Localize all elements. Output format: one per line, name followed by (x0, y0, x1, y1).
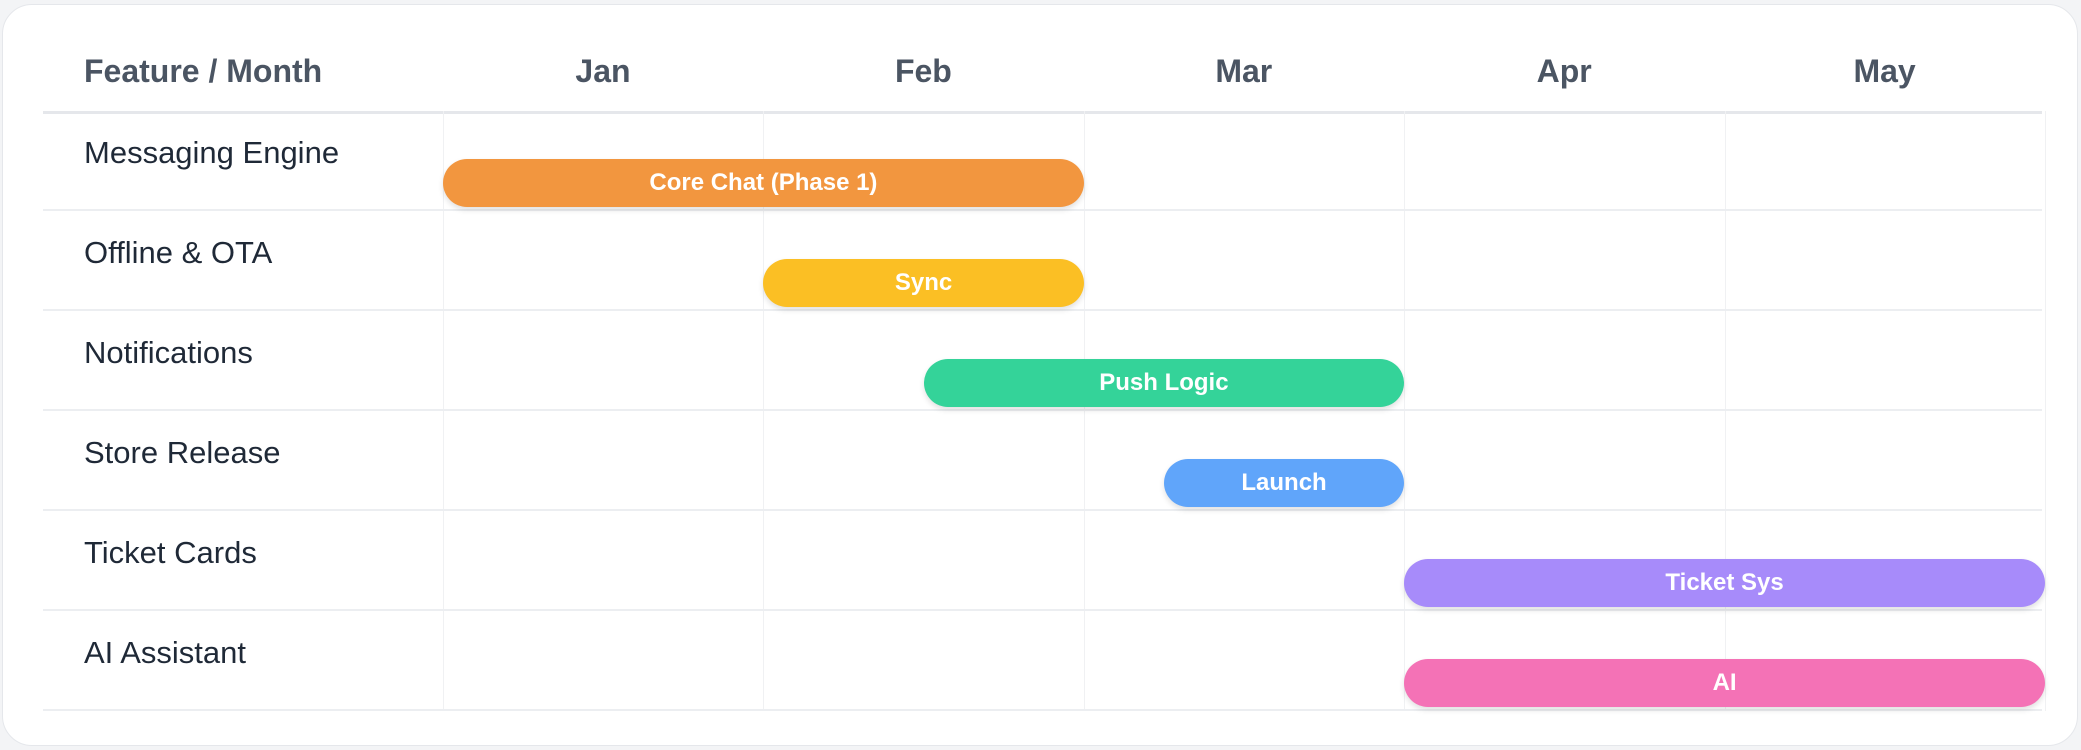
month-header-feb: Feb (894, 53, 952, 89)
feature-row: Store Release (43, 411, 2042, 511)
task-bar[interactable]: AI (1404, 659, 2045, 707)
task-bar[interactable]: Launch (1163, 459, 1405, 507)
feature-label: AI Assistant (84, 635, 246, 670)
corner-title: Feature / Month (84, 53, 323, 89)
header-row: Feature / Month Jan Feb Mar Apr May (43, 31, 2042, 114)
task-bar[interactable]: Push Logic (923, 359, 1405, 407)
month-header-apr: Apr (1536, 53, 1592, 89)
month-header-may: May (1853, 53, 1916, 89)
task-bar[interactable]: Core Chat (Phase 1) (443, 159, 1084, 207)
grid-line (2045, 111, 2046, 711)
roadmap-card: Feature / Month Jan Feb Mar Apr May Messagin… (2, 4, 2078, 746)
feature-label: Messaging Engine (84, 135, 340, 170)
month-header-jan: Jan (575, 53, 631, 89)
task-bar[interactable]: Sync (763, 259, 1084, 307)
task-bar[interactable]: Ticket Sys (1404, 559, 2045, 607)
feature-label: Offline & OTA (84, 235, 273, 270)
feature-label: Ticket Cards (84, 535, 257, 570)
feature-label: Notifications (84, 335, 253, 370)
month-header-mar: Mar (1215, 53, 1273, 89)
feature-label: Store Release (84, 435, 281, 470)
